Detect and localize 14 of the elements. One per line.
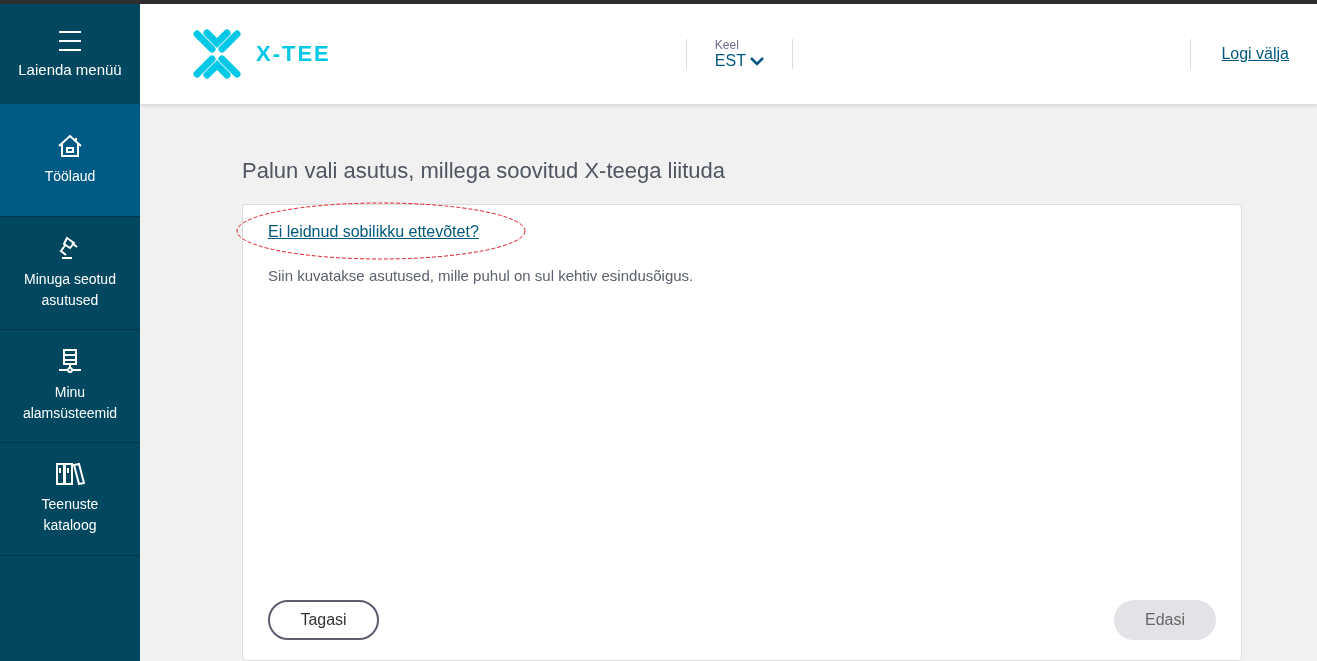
server-network-icon bbox=[57, 348, 83, 374]
binders-icon bbox=[55, 462, 85, 486]
menu-icon bbox=[59, 30, 81, 51]
logout-link[interactable]: Logi välja bbox=[1190, 39, 1289, 69]
back-button[interactable]: Tagasi bbox=[268, 600, 379, 640]
chevron-down-icon bbox=[749, 56, 764, 66]
page-title: Palun vali asutus, millega soovitud X-teega liituda bbox=[242, 158, 727, 184]
home-icon bbox=[57, 133, 83, 158]
description-text: Siin kuvatakse asutused, mille puhul on sul kehtiv esindusõigus. bbox=[268, 267, 695, 284]
sidebar-item[interactable]: Töölaud bbox=[0, 104, 140, 217]
language-dropdown[interactable]: EST bbox=[714, 52, 764, 70]
logo-text: X-TEE bbox=[256, 41, 331, 67]
logo-icon bbox=[192, 29, 242, 79]
language-label: Keel bbox=[714, 38, 740, 52]
